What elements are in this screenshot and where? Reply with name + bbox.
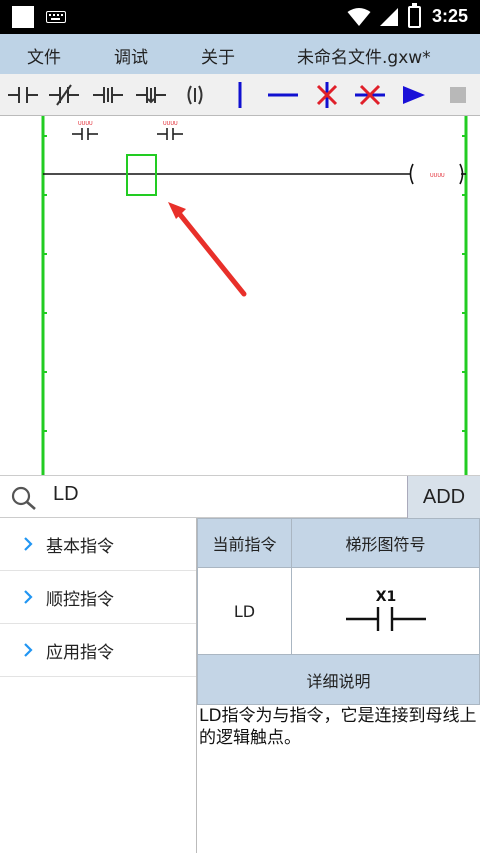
contact-2-label: UUUU	[163, 121, 178, 127]
contact-1[interactable]: UUUU	[72, 121, 98, 140]
selection-cursor[interactable]	[126, 154, 157, 196]
menu-bar: 文件 调试 关于 未命名文件.gxw*	[0, 34, 480, 74]
ladder-symbol-header: 梯形图符号	[291, 518, 480, 568]
search-icon	[11, 486, 36, 510]
category-application[interactable]: 应用指令	[0, 624, 196, 677]
ladder-editor-canvas[interactable]: UUUU UUUU UUUU	[0, 116, 480, 475]
instruction-search-bar: LD ADD	[0, 475, 480, 518]
signal-icon	[380, 8, 398, 26]
menu-file[interactable]: 文件	[27, 43, 61, 68]
ladder-symbol-cell: X1	[291, 567, 480, 655]
ladder-symbol-label: X1	[375, 589, 396, 605]
rising-contact-icon[interactable]	[91, 78, 125, 112]
category-basic[interactable]: 基本指令	[0, 518, 196, 571]
instruction-description: LD指令为与指令，它是连接到母线上的逻辑触点。	[199, 706, 477, 748]
keyboard-icon	[46, 11, 66, 23]
app-notification-icon	[12, 6, 34, 28]
description-header: 详细说明	[197, 654, 480, 705]
chevron-right-icon	[24, 590, 33, 604]
run-icon[interactable]	[397, 78, 431, 112]
coil-icon[interactable]	[178, 78, 212, 112]
contact-1-label: UUUU	[78, 121, 93, 127]
category-label: 应用指令	[46, 643, 114, 663]
category-label: 基本指令	[46, 537, 114, 557]
chevron-right-icon	[24, 537, 33, 551]
search-input[interactable]: LD	[53, 483, 79, 506]
rail-tick-marks	[43, 135, 466, 432]
delete-vertical-icon[interactable]	[310, 78, 344, 112]
coil-label: UUUU	[430, 173, 445, 179]
add-button[interactable]: ADD	[407, 476, 480, 518]
nc-contact-icon[interactable]	[47, 78, 81, 112]
delete-horizontal-icon[interactable]	[353, 78, 387, 112]
output-coil[interactable]: UUUU	[409, 163, 467, 185]
current-instruction-value: LD	[197, 567, 292, 655]
no-contact-icon[interactable]	[6, 78, 40, 112]
ladder-diagram: UUUU UUUU UUUU	[41, 116, 468, 475]
status-bar: 3:25	[0, 0, 480, 34]
annotation-arrow	[168, 202, 247, 297]
contact-2[interactable]: UUUU	[157, 121, 183, 140]
category-label: 顺控指令	[46, 590, 114, 610]
horizontal-line-icon[interactable]	[266, 78, 300, 112]
wifi-icon	[347, 8, 371, 26]
battery-icon	[408, 3, 421, 28]
ladder-symbol-icon: X1	[345, 589, 426, 631]
menu-debug[interactable]: 调试	[114, 43, 148, 68]
document-title: 未命名文件.gxw*	[297, 48, 431, 68]
stop-icon[interactable]	[441, 78, 475, 112]
current-instruction-header: 当前指令	[197, 518, 292, 568]
status-time: 3:25	[432, 6, 469, 26]
menu-about[interactable]: 关于	[201, 43, 235, 68]
category-sequential[interactable]: 顺控指令	[0, 571, 196, 624]
instruction-detail-panel: 当前指令 梯形图符号 LD X1 详细说明 LD指令为与指令，它是连接到母线上的…	[197, 518, 480, 853]
toolbar	[0, 74, 480, 116]
chevron-right-icon	[24, 643, 33, 657]
falling-contact-icon[interactable]	[134, 78, 168, 112]
vertical-line-icon[interactable]	[223, 78, 257, 112]
instruction-category-list: 基本指令 顺控指令 应用指令	[0, 518, 197, 853]
